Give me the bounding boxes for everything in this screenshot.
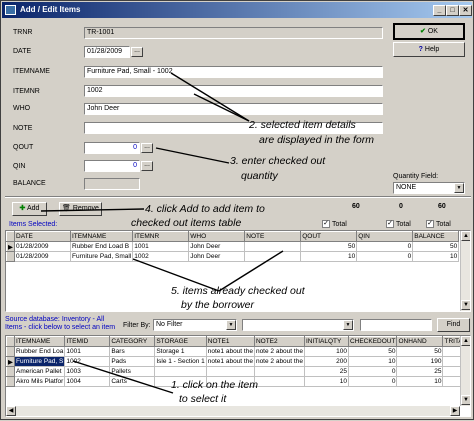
annotation-1-line2: to select it: [179, 393, 227, 405]
add-edit-items-window: Add / Edit Items _ □ ✕ TRNR DATE ITEMNAM…: [0, 0, 474, 420]
annotation-3-line2: quantity: [241, 170, 278, 182]
annotation-1: 1. click on the item: [171, 379, 258, 391]
arrow-to-itemname: [170, 72, 250, 122]
arrow-to-add: [40, 208, 145, 212]
annotation-5: 5. items already checked out: [171, 285, 305, 297]
arrow-to-source-row: [72, 360, 174, 394]
arrow-to-itemnr: [193, 93, 250, 122]
annotation-4-line2: checked out items table: [131, 217, 242, 229]
annotation-4: 4. click Add to add item to: [145, 203, 265, 215]
annotation-3: 3. enter checked out: [230, 155, 326, 167]
annotation-5-line2: by the borrower: [181, 299, 254, 311]
annotation-2-line2: are displayed in the form: [259, 134, 374, 146]
arrow-to-qout: [155, 147, 230, 164]
annotation-2: 2. selected item details: [249, 119, 356, 131]
